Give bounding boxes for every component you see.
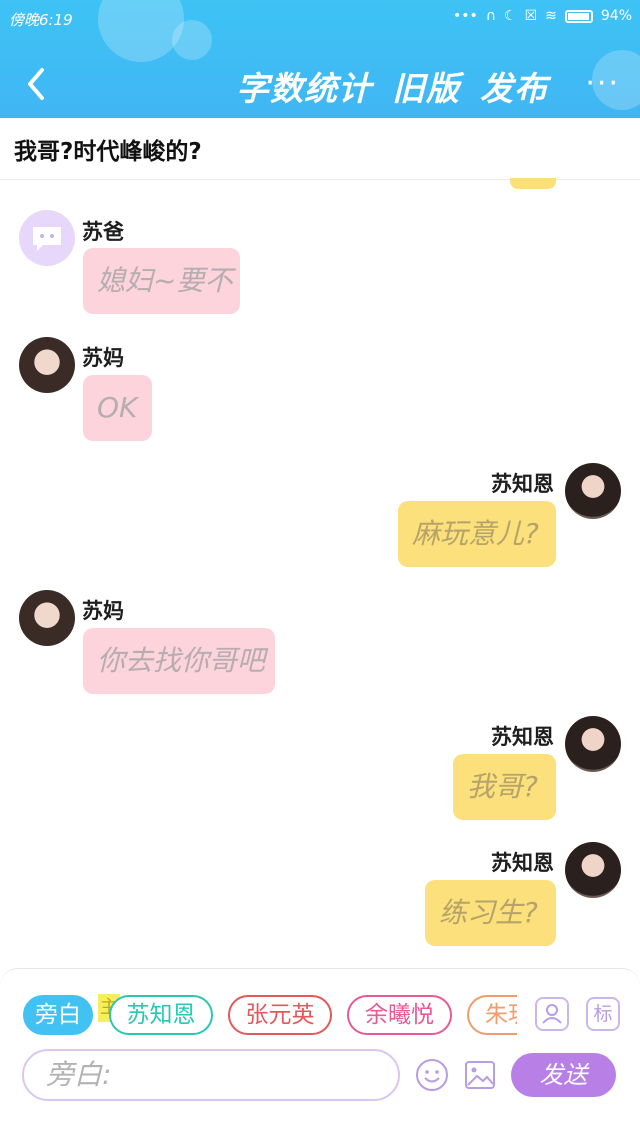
app-header: 傍晚6:19 ••• ∩ ☾ ☒ ≋ 94% 字数统计 旧版 发布 ··· xyxy=(0,0,640,118)
person-glyph xyxy=(542,1004,562,1024)
story-title: 我哥?时代峰峻的? xyxy=(14,139,202,165)
message-input[interactable]: 旁白: xyxy=(22,1049,400,1101)
message-bubble[interactable]: 练习生? xyxy=(425,880,556,946)
avatar[interactable] xyxy=(565,842,621,898)
chat-bubble-icon xyxy=(33,227,61,251)
avatar[interactable] xyxy=(19,590,75,646)
avatar[interactable] xyxy=(19,210,75,266)
moon-icon: ☾ xyxy=(504,8,517,24)
message-bubble[interactable]: 我哥? xyxy=(453,754,556,820)
role-chip[interactable]: 余曦悦 xyxy=(347,995,452,1035)
message-bubble[interactable]: 麻玩意儿? xyxy=(398,501,556,567)
publish-button[interactable]: 发布 xyxy=(480,62,548,110)
dots-icon: ••• xyxy=(452,8,478,24)
role-chip[interactable]: 朱玥 xyxy=(467,995,517,1035)
old-version-button[interactable]: 旧版 xyxy=(392,62,460,110)
status-bar: 傍晚6:19 ••• ∩ ☾ ☒ ≋ 94% xyxy=(0,0,640,36)
story-title-bar: 我哥?时代峰峻的? xyxy=(0,118,640,180)
battery-icon xyxy=(564,9,593,23)
word-count-button[interactable]: 字数统计 xyxy=(236,62,372,110)
headphones-icon: ∩ xyxy=(485,8,497,24)
previous-message-edge xyxy=(510,178,556,189)
role-chip[interactable]: 苏知恩 xyxy=(109,995,213,1035)
back-icon[interactable] xyxy=(22,64,52,104)
avatar[interactable] xyxy=(19,337,75,393)
battery-percent: 94% xyxy=(600,8,632,24)
message-bubble[interactable]: 你去找你哥吧 xyxy=(83,628,275,694)
sender-name: 苏知恩 xyxy=(491,472,554,496)
message-bubble[interactable]: OK xyxy=(83,375,152,441)
role-chip-narrator[interactable]: 旁白 xyxy=(23,995,93,1035)
avatar[interactable] xyxy=(565,463,621,519)
nav-actions: 字数统计 旧版 发布 xyxy=(236,62,548,110)
status-icons: ••• ∩ ☾ ☒ ≋ 94% xyxy=(453,8,632,24)
sender-name: 苏妈 xyxy=(82,599,124,623)
sender-name: 苏知恩 xyxy=(491,725,554,749)
sender-name: 苏知恩 xyxy=(491,851,554,875)
emoji-icon[interactable] xyxy=(414,1057,450,1093)
tag-button[interactable]: 标 xyxy=(586,997,620,1031)
role-chip[interactable]: 张元英 xyxy=(228,995,332,1035)
wifi-icon: ≋ xyxy=(545,8,557,24)
person-icon[interactable] xyxy=(535,997,569,1031)
sim-icon: ☒ xyxy=(524,8,538,24)
message-bubble[interactable]: 媳妇~要不 xyxy=(83,248,240,314)
sender-name: 苏妈 xyxy=(82,346,124,370)
more-icon[interactable]: ··· xyxy=(585,66,620,101)
avatar[interactable] xyxy=(565,716,621,772)
status-time: 傍晚6:19 xyxy=(9,11,73,29)
image-icon[interactable] xyxy=(462,1057,498,1093)
nav-bar: 字数统计 旧版 发布 ··· xyxy=(0,56,640,112)
send-button[interactable]: 发送 xyxy=(511,1053,616,1097)
sender-name: 苏爸 xyxy=(82,220,124,244)
